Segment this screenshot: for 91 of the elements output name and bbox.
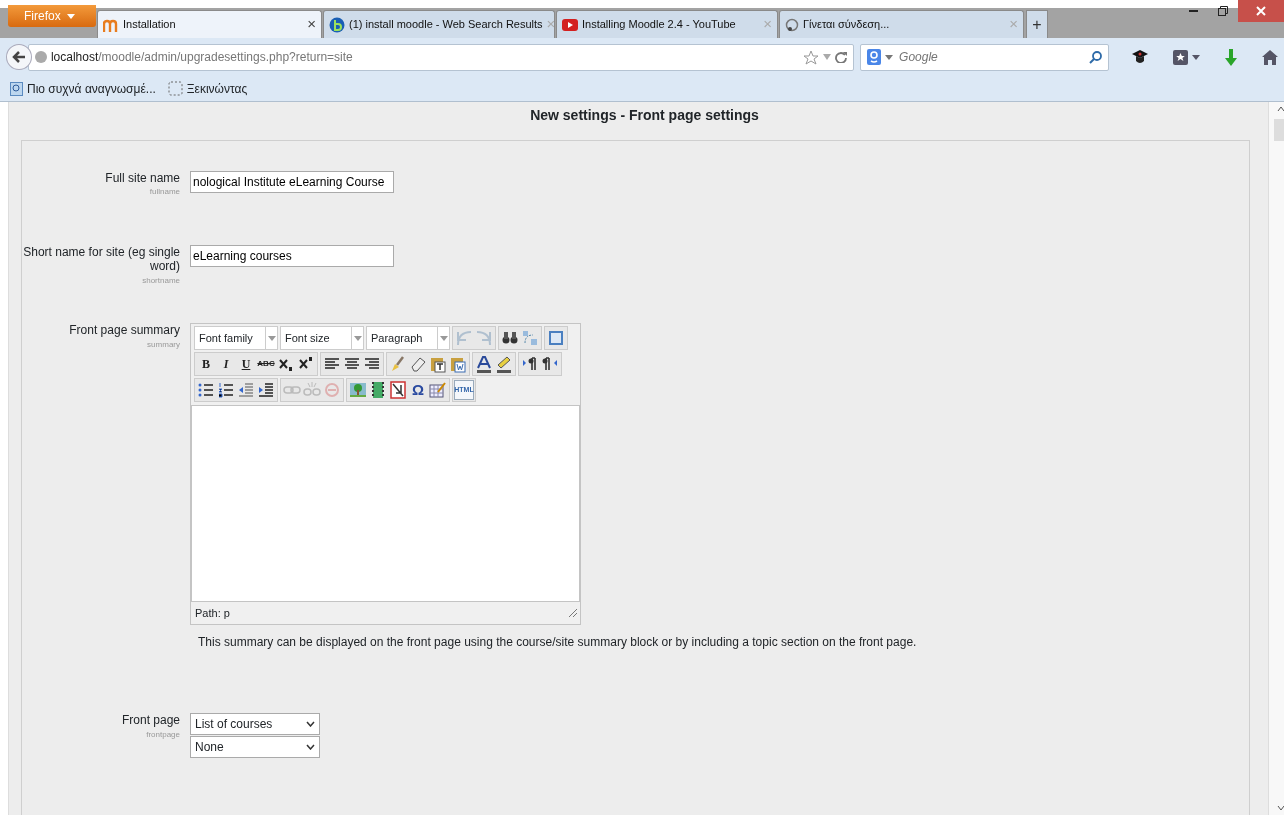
setting-label: Front page summary [69,323,180,338]
m-logo-icon [103,17,119,32]
tab-title: Installation [123,17,176,33]
text-input-field[interactable]: eLearning courses [190,245,394,267]
setting-name: fullname [148,187,180,197]
numbers-icon [217,381,235,400]
indent-icon [257,381,275,400]
page-icon [10,81,23,96]
caret-icon [66,13,75,19]
address-bar[interactable]: localhost/moodle/admin/upgradesettings.php?return=site [27,43,855,71]
back-arrow-icon [11,51,26,63]
scrollbar-thumb[interactable] [1273,119,1284,141]
toolbar-button[interactable] [474,354,494,375]
back-button[interactable] [6,44,32,70]
tab-title: Γίνεται σύνδεση... [803,17,890,33]
replace-icon [521,329,539,348]
bookmarks-menu-button[interactable] [1173,49,1200,65]
table-edit-icon [429,381,447,400]
search-field[interactable]: Google [860,43,1109,71]
dashed-square-icon [167,81,183,96]
caret-icon [439,335,448,341]
undo-icon [455,329,473,348]
chevron-down-icon [306,744,315,751]
caret-icon [353,335,362,341]
spinner-icon [785,17,799,32]
eraser-icon [409,355,427,374]
redo-icon [475,329,493,348]
tab-close-button[interactable]: × [307,13,316,36]
graduation-cap-icon[interactable] [1131,48,1149,66]
setting-name: frontpage [145,729,180,740]
globe-icon [34,51,47,63]
bookmark-item[interactable]: Πιο συχνά αναγνωσμέ... [10,79,156,98]
media-icon [369,381,387,400]
chevron-down-icon [306,721,315,728]
format-button[interactable]: B [196,354,216,375]
restore-icon [1218,6,1228,16]
minimize-icon [1188,10,1198,12]
caret-icon [1192,54,1200,60]
setting-label: Front page [121,713,180,728]
home-icon[interactable] [1262,49,1278,65]
toolbar-dropdown[interactable]: Font family [194,326,278,351]
reload-icon[interactable] [835,51,848,63]
brush-icon [389,355,407,374]
star-box-icon [1173,49,1188,65]
paste-text-icon [429,355,447,374]
search-input[interactable]: Google [897,47,1085,67]
format-button[interactable]: Ω [408,380,428,401]
b-logo-icon [329,16,345,33]
url-text: localhost/moodle/admin/upgradesettings.php?return=site [50,49,353,66]
toolbar-dropdown[interactable]: Font size [280,326,364,351]
browser-tab[interactable]: Installation × [97,10,322,38]
page-title: New settings - Front page settings [529,106,760,125]
browser-tab[interactable]: Installing Moodle 2.4 - YouTube × [556,10,778,38]
star-icon[interactable] [803,49,820,65]
browser-tab[interactable]: (1) install moodle - Web Search Results × [323,10,555,38]
image-icon [349,381,367,400]
setting-label: Short name for site (eg single word) [23,245,180,274]
dropdown[interactable]: List of courses [190,713,320,736]
caret-icon [267,335,276,341]
text-color-icon [475,355,493,374]
new-tab-button[interactable]: + [1026,10,1048,38]
setting-name: summary [146,339,180,350]
toolbar-dropdown[interactable]: Paragraph [366,326,450,351]
tab-title: (1) install moodle - Web Search Results [349,17,543,33]
editor-path: Path: p [195,606,230,622]
browser-tab[interactable]: Γίνεται σύνδεση... × [779,10,1024,38]
format-button[interactable]: ABC [256,354,276,375]
resize-grip-icon[interactable] [568,608,578,619]
close-button[interactable] [1238,0,1284,22]
tab-title: Installing Moodle 2.4 - YouTube [582,17,736,33]
setting-name: shortname [141,275,180,286]
format-button[interactable]: I [216,354,236,375]
scroll-up-icon[interactable] [1276,106,1284,111]
outdent-icon [237,381,255,400]
paste-word-icon [449,355,467,374]
text-input-field[interactable]: nological Institute eLearning Course [190,171,394,193]
caret-icon [885,54,894,60]
close-icon [1256,6,1266,16]
setting-label: Full site name [105,171,180,185]
scroll-down-icon[interactable] [1276,806,1284,811]
bookmark-item[interactable]: Ξεκινώντας [167,79,248,98]
play-icon [562,18,578,31]
format-button[interactable]: U [236,354,256,375]
dropdown[interactable]: None [190,736,320,759]
search-engine-logo-icon [867,49,882,65]
search-icon[interactable] [1089,50,1102,64]
download-arrow-icon[interactable] [1224,48,1238,66]
setting-description: This summary can be displayed on the front page using the course/site summary block or by including a topic section on the front page. [198,634,917,652]
toolbar-button[interactable] [494,354,514,375]
toolbar-button[interactable] [216,380,236,401]
highlight-icon [495,355,513,374]
